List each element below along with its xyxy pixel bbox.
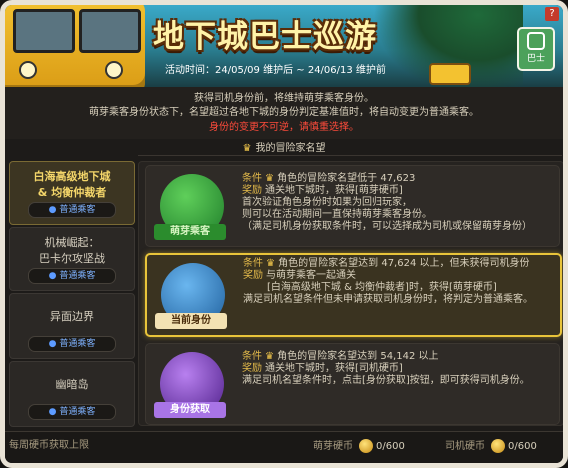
person-icon: ● bbox=[48, 271, 57, 281]
fame-icon: ♛ bbox=[242, 143, 252, 154]
status-pill: ● 普通乘客 bbox=[28, 268, 116, 284]
person-icon: ● bbox=[48, 407, 57, 417]
event-banner: 地下城巴士巡游 活动时间：24/05/09 维护后 ~ 24/06/13 维护前… bbox=[5, 5, 563, 87]
identity-card-driver: 身份获取 条件 ♛ 角色的冒险家名望达到 54,142 以上 奖励 通关地下城时，获… bbox=[145, 343, 560, 425]
bus-illustration bbox=[5, 5, 145, 87]
event-period: 活动时间：24/05/09 维护后 ~ 24/06/13 维护前 bbox=[165, 65, 386, 76]
status-pill: ● 普通乘客 bbox=[28, 404, 116, 420]
card-text: 条件 ♛ 角色的冒险家名望达到 54,142 以上 奖励 通关地下城时，获得[司机硬… bbox=[242, 351, 530, 386]
coin-icon bbox=[491, 439, 505, 453]
fame-icon: ♛ bbox=[265, 351, 274, 362]
bus-button[interactable]: 巴士 bbox=[517, 27, 555, 71]
rank-header: ♛ 我的冒险家名望 bbox=[5, 139, 563, 155]
dungeon-item-bakal[interactable]: 机械崛起： 巴卡尔攻坚战 ● 普通乘客 bbox=[9, 227, 135, 291]
event-title: 地下城巴士巡游 bbox=[153, 19, 377, 55]
mini-bus-icon bbox=[429, 63, 471, 85]
dungeon-name: 机械崛起： 巴卡尔攻坚战 bbox=[39, 236, 105, 265]
help-icon[interactable]: ? bbox=[545, 7, 559, 21]
notice-warning: 身份的变更不可逆，请慎重选择。 bbox=[209, 122, 359, 133]
bus-icon bbox=[527, 32, 545, 50]
coin-icon bbox=[359, 439, 373, 453]
notice-box: 获得司机身份前，将维持萌芽乘客身份。 萌芽乘客身份状态下，名望超过各地下城的身份… bbox=[5, 87, 563, 139]
rank-label: 我的冒险家名望 bbox=[255, 143, 326, 154]
fame-icon: ♛ bbox=[265, 173, 274, 184]
sprout-coin-counter: 萌芽硬币 0/600 bbox=[313, 439, 405, 453]
badge-label: 当前身份 bbox=[155, 313, 227, 329]
sprout-badge: 萌芽乘客 bbox=[154, 174, 226, 240]
weekly-cap-label: 每周硬币获取上限 bbox=[9, 440, 89, 451]
dungeon-item-dark-island[interactable]: 幽暗岛 ● 普通乘客 bbox=[9, 361, 135, 427]
passenger-badge: 当前身份 bbox=[155, 263, 227, 329]
status-pill: ● 普通乘客 bbox=[28, 336, 116, 352]
card-text: 条件 ♛ 角色的冒险家名望低于 47,623 奖励 通关地下城时，获得[萌芽硬币] … bbox=[242, 173, 532, 232]
dungeon-name: 白海高级地下城 & 均衡仲裁者 bbox=[33, 170, 111, 199]
divider bbox=[138, 155, 562, 156]
dungeon-name: 异面边界 bbox=[50, 310, 94, 323]
bus-button-label: 巴士 bbox=[526, 54, 545, 64]
badge-label: 萌芽乘客 bbox=[154, 224, 226, 240]
dungeon-name: 幽暗岛 bbox=[55, 378, 89, 391]
person-icon: ● bbox=[48, 339, 57, 349]
status-pill: ● 普通乘客 bbox=[28, 202, 116, 218]
dungeon-item-boundary[interactable]: 异面边界 ● 普通乘客 bbox=[9, 293, 135, 359]
dungeon-item-white-sea[interactable]: 白海高级地下城 & 均衡仲裁者 ● 普通乘客 bbox=[9, 161, 135, 225]
fame-icon: ♛ bbox=[266, 258, 275, 269]
event-window: 地下城巴士巡游 活动时间：24/05/09 维护后 ~ 24/06/13 维护前… bbox=[0, 0, 568, 468]
card-text: 条件 ♛ 角色的冒险家名望达到 47,624 以上，但未获得司机身份 奖励 与萌芽乘… bbox=[243, 258, 533, 305]
driver-coin-counter: 司机硬币 0/600 bbox=[445, 439, 537, 453]
acquire-identity-button[interactable]: 身份获取 bbox=[154, 402, 226, 418]
notice-line-1: 获得司机身份前，将维持萌芽乘客身份。 bbox=[194, 93, 374, 104]
person-icon: ● bbox=[48, 205, 57, 215]
identity-card-current: 当前身份 条件 ♛ 角色的冒险家名望达到 47,624 以上，但未获得司机身份 奖… bbox=[145, 253, 562, 337]
notice-line-2: 萌芽乘客身份状态下，名望超过各地下城的身份判定基准值时，将自动变更为普通乘客。 bbox=[89, 107, 479, 118]
identity-card-sprout: 萌芽乘客 条件 ♛ 角色的冒险家名望低于 47,623 奖励 通关地下城时，获得[萌… bbox=[145, 165, 560, 247]
bus-badge: 身份获取 bbox=[154, 352, 226, 418]
